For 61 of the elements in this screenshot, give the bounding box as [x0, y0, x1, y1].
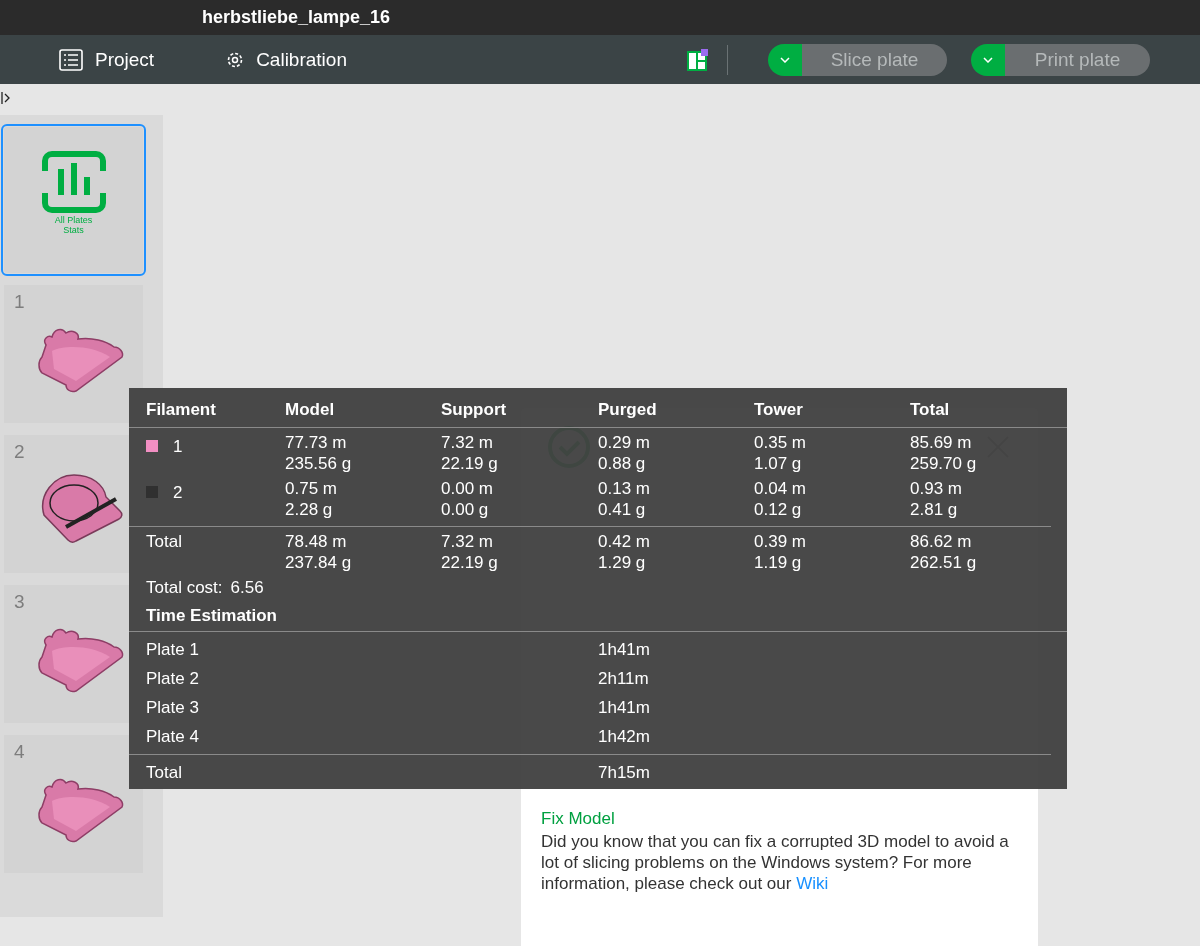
- table-cell-text: 0.13 m 0.41 g: [598, 478, 651, 520]
- stats-icon: [40, 151, 107, 213]
- filament-number: 2: [173, 482, 183, 503]
- plate-number: 3: [14, 591, 25, 613]
- caret-icon: [983, 56, 993, 63]
- column-header: Model: [285, 400, 336, 421]
- plate-card[interactable]: All Plates Stats: [4, 127, 143, 273]
- layout-icon[interactable]: [687, 48, 709, 71]
- table-cell-text: 78.48 m 237.84 g: [285, 531, 353, 573]
- cost-label: Total cost:: [146, 578, 223, 599]
- table-cell-text: 0.00 m 0.00 g: [441, 478, 494, 520]
- time-value: 7h15m: [598, 762, 650, 783]
- plate-number: 1: [14, 291, 25, 313]
- plate-card[interactable]: 4: [4, 735, 143, 873]
- tip-text: Did you know that you can fix a corrupted 3D model to avoid a lot of slicing problems on the Windows system? For more information, please check out our Wiki: [541, 831, 1010, 894]
- cost-value: 6.56: [230, 578, 264, 599]
- row-label: Total: [146, 762, 183, 783]
- column-header: Purged: [598, 400, 658, 421]
- plate-card[interactable]: 1: [4, 285, 143, 423]
- plate-number: 2: [14, 441, 25, 463]
- time-value: 1h41m: [598, 697, 650, 718]
- row-label: Plate 3: [146, 697, 200, 718]
- column-header: Total: [910, 400, 951, 421]
- menu-tab[interactable]: Project: [59, 48, 155, 71]
- table-cell-text: 0.29 m 0.88 g: [598, 432, 651, 474]
- column-header: Tower: [754, 400, 804, 421]
- caret-icon: [780, 56, 790, 63]
- table-cell-text: 0.75 m 2.28 g: [285, 478, 338, 520]
- wiki-link[interactable]: Wiki: [796, 874, 829, 893]
- plate-number: 4: [14, 741, 25, 763]
- time-value: 1h41m: [598, 639, 650, 660]
- table-cell-text: 0.35 m 1.07 g: [754, 432, 807, 474]
- table-cell-text: 0.42 m 1.29 g: [598, 531, 651, 573]
- row-label: Plate 1: [146, 639, 200, 660]
- filament-number: 1: [173, 436, 183, 457]
- column-header: Filament: [146, 400, 217, 421]
- table-cell-text: 0.93 m 2.81 g: [910, 478, 963, 520]
- row-label: Total: [146, 531, 183, 553]
- table-cell-text: 85.69 m 259.70 g: [910, 432, 978, 474]
- table-cell-text: 0.04 m 0.12 g: [754, 478, 807, 520]
- row-label: Plate 4: [146, 726, 200, 747]
- tip-title: Fix Model: [541, 809, 616, 829]
- time-value: 2h11m: [598, 668, 649, 689]
- settings-icon: [226, 50, 245, 69]
- window-title: herbstliebe_lampe_16: [202, 7, 391, 28]
- dropdown-button[interactable]: [971, 43, 1005, 76]
- card-label: All Plates: [54, 215, 93, 225]
- column-header: Support: [441, 400, 508, 421]
- menu-tab[interactable]: Calibration: [226, 48, 347, 71]
- row-label: Plate 2: [146, 668, 200, 689]
- list-icon: [59, 48, 83, 71]
- section-title: Time Estimation: [145, 605, 278, 627]
- expand-icon[interactable]: [1, 91, 11, 105]
- table-cell-text: 77.73 m 235.56 g: [285, 432, 353, 474]
- dropdown-button[interactable]: [768, 43, 802, 76]
- table-cell-text: 7.32 m 22.19 g: [441, 432, 499, 474]
- time-value: 1h42m: [598, 726, 650, 747]
- card-label: Stats: [63, 225, 84, 235]
- table-cell-text: 7.32 m 22.19 g: [441, 531, 499, 573]
- table-cell-text: 86.62 m 262.51 g: [910, 531, 978, 573]
- table-cell-text: 0.39 m 1.19 g: [754, 531, 807, 573]
